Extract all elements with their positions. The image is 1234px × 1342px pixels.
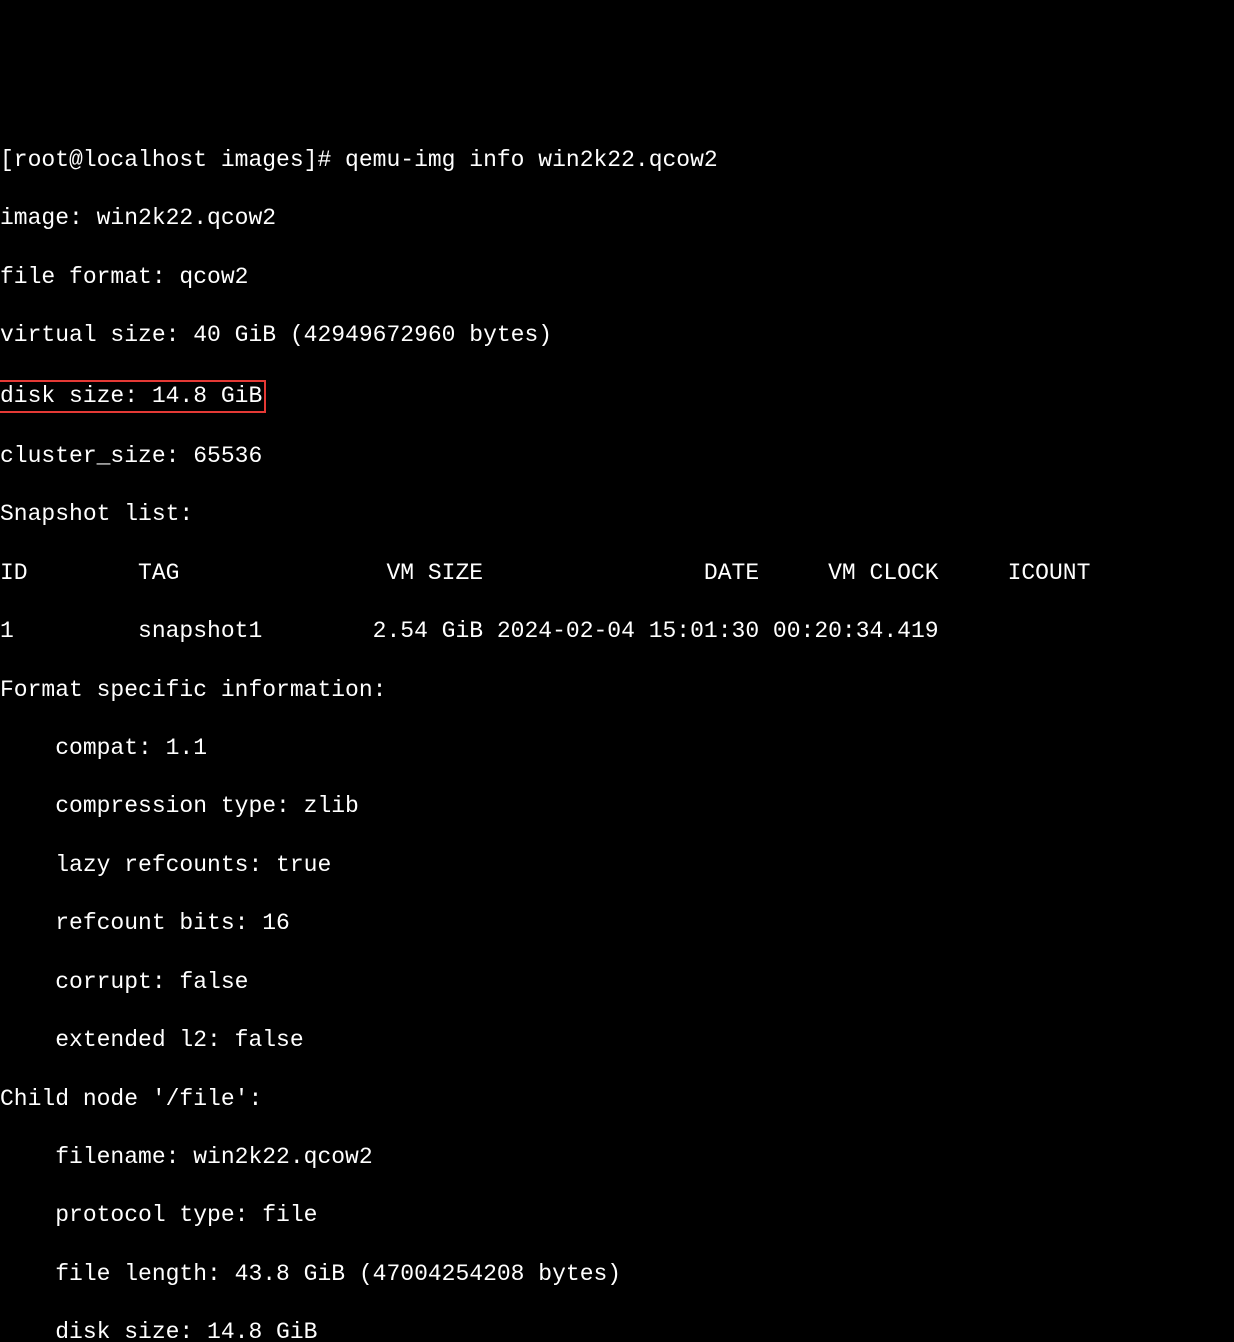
virtual-size-line: virtual size: 40 GiB (42949672960 bytes) [0,321,1234,350]
snapshot-header-line: ID TAG VM SIZE DATE VM CLOCK ICOUNT [0,559,1234,588]
disk-size-highlight: disk size: 14.8 GiB [0,380,266,413]
filename-line: filename: win2k22.qcow2 [0,1143,1234,1172]
terminal-output[interactable]: [root@localhost images]# qemu-img info w… [0,117,1234,1342]
prompt-line: [root@localhost images]# qemu-img info w… [0,146,1234,175]
lazy-refcounts-line: lazy refcounts: true [0,851,1234,880]
snapshot-row-line: 1 snapshot1 2.54 GiB 2024-02-04 15:01:30… [0,617,1234,646]
compat-line: compat: 1.1 [0,734,1234,763]
extended-l2-line: extended l2: false [0,1026,1234,1055]
corrupt-line: corrupt: false [0,968,1234,997]
cluster-size-line: cluster_size: 65536 [0,442,1234,471]
disk-size-line-container: disk size: 14.8 GiB [0,380,1234,413]
refcount-bits-line: refcount bits: 16 [0,909,1234,938]
format-specific-line: Format specific information: [0,676,1234,705]
file-length-line: file length: 43.8 GiB (47004254208 bytes… [0,1260,1234,1289]
image-line: image: win2k22.qcow2 [0,204,1234,233]
file-format-line: file format: qcow2 [0,263,1234,292]
protocol-type-line: protocol type: file [0,1201,1234,1230]
snapshot-list-line: Snapshot list: [0,500,1234,529]
compression-type-line: compression type: zlib [0,792,1234,821]
child-node-line: Child node '/file': [0,1085,1234,1114]
child-disk-size-line: disk size: 14.8 GiB [0,1318,1234,1342]
